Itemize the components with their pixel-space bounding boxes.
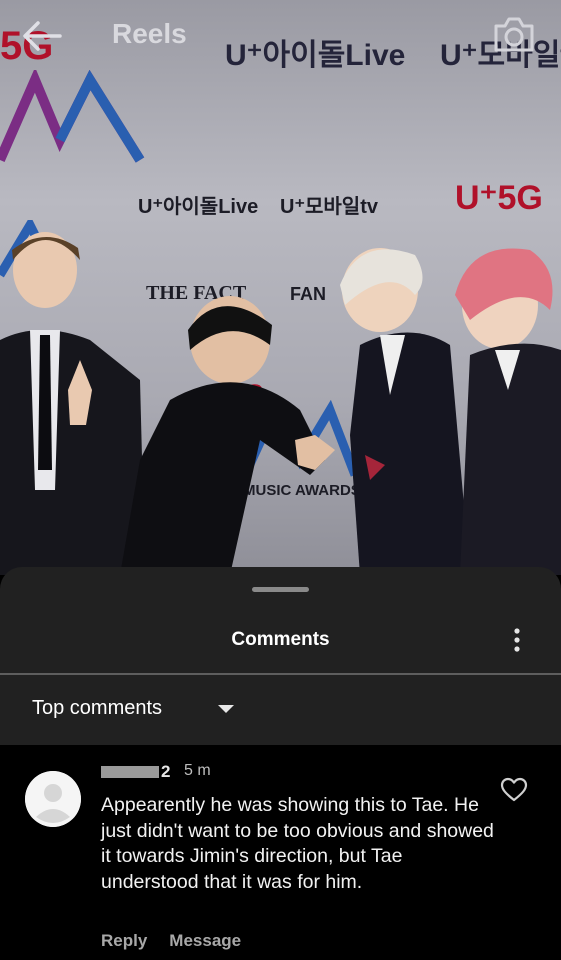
backdrop-logo: U⁺모바일tv (280, 196, 378, 218)
comment-actions: Reply Message (101, 931, 263, 951)
comment-item: 2 5 m Appearently he was showing this to… (0, 745, 561, 960)
redacted-username (101, 765, 159, 778)
comments-sheet: Comments Top comments 2 5 m Appearently … (0, 567, 561, 960)
drag-handle[interactable] (252, 587, 309, 592)
comment-text: Appearently he was showing this to Tae. … (101, 794, 494, 894)
page-title: Reels (112, 18, 187, 49)
camera-icon[interactable] (492, 14, 536, 54)
heart-outline-icon[interactable] (500, 777, 528, 803)
sort-label: Top comments (32, 697, 163, 719)
author-suffix: 2 (161, 762, 171, 781)
default-avatar-icon (25, 771, 81, 827)
person-crouching (120, 296, 335, 575)
back-arrow-icon[interactable] (18, 18, 66, 54)
message-button[interactable]: Message (169, 931, 241, 950)
top-bar: Reels (0, 0, 561, 70)
person-pink-hair (455, 248, 561, 575)
backdrop-mama-logo (0, 70, 145, 163)
avatar[interactable] (25, 771, 81, 827)
sheet-title: Comments (231, 629, 330, 650)
reel-video[interactable]: U⁺아이돌Live U⁺모바일tv U⁺아이돌Live U⁺모바일tv U⁺5G… (0, 0, 561, 575)
backdrop-logo: U⁺5G (455, 179, 543, 217)
backdrop-logo: U⁺아이돌Live (138, 196, 259, 218)
comment-author[interactable]: 2 (101, 762, 170, 782)
sort-dropdown[interactable]: Top comments (0, 675, 561, 745)
more-vertical-icon[interactable] (504, 627, 530, 655)
reply-button[interactable]: Reply (101, 931, 147, 950)
dropdown-caret-icon[interactable] (218, 705, 234, 713)
comment-time: 5 m (184, 762, 211, 779)
